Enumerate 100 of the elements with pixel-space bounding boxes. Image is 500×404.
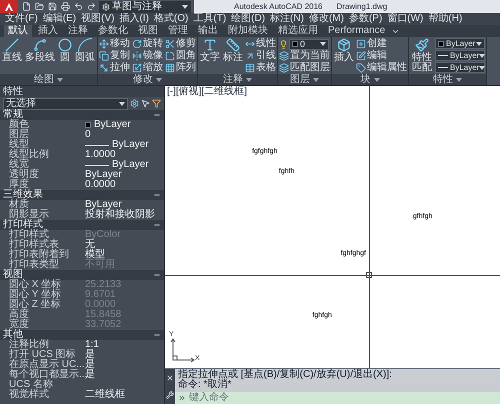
ribbon-tool-button[interactable]: 插入	[333, 38, 355, 63]
filter-icon[interactable]	[152, 99, 161, 108]
property-value[interactable]: ByLayer	[85, 170, 122, 180]
menu-item[interactable]: 窗口(W)	[386, 14, 424, 24]
property-value[interactable]: 二维线框	[85, 390, 125, 400]
ribbon-tab[interactable]: 注释	[64, 25, 92, 37]
ribbon-tab[interactable]: 插入	[34, 25, 62, 37]
menu-item[interactable]: 参数(P)	[348, 14, 384, 24]
property-label: 注释比例	[8, 340, 50, 350]
ribbon-tool-button[interactable]: 圆	[57, 38, 73, 63]
section-header[interactable]: 其他	[0, 330, 164, 340]
ribbon-tool-button[interactable]: 复制	[99, 50, 130, 62]
ribbon-tool-button[interactable]: 阵列	[165, 62, 196, 74]
section-header[interactable]: 视图	[0, 270, 164, 280]
property-value[interactable]: 1:1	[85, 340, 99, 350]
ribbon-tool-button[interactable]: 匹配图层	[279, 62, 330, 74]
ribbon-tool-button[interactable]: 标注	[222, 38, 244, 63]
property-dropdown[interactable]: ByLayer	[435, 38, 485, 49]
property-label: 打印表附着到	[8, 250, 70, 260]
ribbon-tool-button[interactable]: 编辑	[356, 50, 407, 62]
property-value[interactable]: 模型	[85, 250, 105, 260]
panel-label[interactable]: 修改	[98, 74, 197, 85]
close-icon[interactable]	[166, 374, 174, 382]
property-value[interactable]: 无	[85, 240, 95, 250]
ribbon-tool-button[interactable]: 文字	[199, 38, 221, 63]
ribbon-tool-button[interactable]: 表格	[245, 62, 276, 74]
ribbon-tab[interactable]: 精选应用	[274, 25, 322, 37]
ribbon-tab[interactable]: 视图	[134, 25, 162, 37]
quick-access-button[interactable]	[21, 2, 31, 12]
menu-item[interactable]: 格式(O)	[152, 14, 190, 24]
prompt-icon	[178, 394, 186, 402]
property-value[interactable]: 0	[85, 130, 91, 140]
property-value[interactable]: ByLayer	[85, 140, 149, 150]
settings-icon[interactable]	[130, 99, 139, 108]
wrench-icon[interactable]	[166, 391, 174, 400]
panel-label[interactable]: 图层	[278, 74, 331, 85]
rotate-icon	[132, 39, 142, 49]
quick-access-button[interactable]	[60, 2, 70, 12]
property-value[interactable]: 是	[85, 360, 95, 370]
ribbon-tab[interactable]: Performance	[324, 25, 390, 37]
property-value[interactable]: 是	[85, 350, 95, 360]
panel-label[interactable]: 块	[332, 74, 408, 85]
property-value[interactable]: ByLayer	[85, 120, 131, 130]
caret-icon	[476, 42, 482, 46]
menu-item[interactable]: 插入(I)	[118, 14, 150, 24]
property-value[interactable]: ByLayer	[85, 200, 122, 210]
ribbon-tool-button[interactable]: 旋转	[132, 38, 163, 50]
quick-access-button[interactable]	[34, 2, 44, 12]
quick-access-button[interactable]	[47, 2, 57, 12]
property-value[interactable]: ByLayer	[85, 160, 149, 170]
quick-access-button[interactable]	[86, 2, 96, 12]
ribbon-tool-button[interactable]: 直线	[1, 38, 23, 63]
property-value[interactable]: 投射和接收阴影	[85, 210, 155, 220]
ribbon-tool-button[interactable]: 镜像	[132, 50, 163, 62]
quick-access-button[interactable]	[73, 2, 83, 12]
menu-item[interactable]: 标注(N)	[269, 14, 305, 24]
menu-item[interactable]: 编辑(E)	[42, 14, 78, 24]
section-header[interactable]: 三维效果	[0, 190, 164, 200]
menu-item[interactable]: 视图(V)	[80, 14, 116, 24]
ribbon-tab[interactable]: 参数化	[94, 25, 132, 37]
app-logo[interactable]	[0, 0, 18, 13]
panel-label[interactable]: 特性	[409, 74, 486, 85]
property-label: 圆心 Z 坐标	[8, 300, 62, 310]
ribbon-tool-button[interactable]: 特性匹配	[410, 38, 434, 73]
section-header[interactable]: 常规	[0, 110, 164, 120]
selection-dropdown[interactable]: 无选择	[3, 98, 128, 110]
ribbon-tool-button[interactable]: 引线	[245, 50, 276, 62]
property-value[interactable]: 0.0000	[85, 180, 116, 190]
ribbon-tab[interactable]: 默认	[4, 25, 32, 37]
menu-item[interactable]: 工具(T)	[192, 14, 228, 24]
property-dropdown[interactable]: ByLayer	[435, 50, 485, 61]
panel-label[interactable]: 注释	[198, 74, 277, 85]
ribbon-tool-button[interactable]: 多段线	[24, 38, 56, 63]
menu-item[interactable]: 帮助(H)	[427, 14, 464, 24]
ribbon-tool-button[interactable]: 圆弧	[74, 38, 96, 63]
ribbon-tool-button[interactable]: 编辑属性	[356, 62, 407, 74]
ribbon-tool-button[interactable]: 圆角	[165, 50, 196, 62]
ribbon-tab[interactable]: 管理	[164, 25, 192, 37]
ribbon-tool-button[interactable]: 拉伸	[99, 62, 130, 74]
ribbon-tab[interactable]: 附加模块	[224, 25, 272, 37]
property-value[interactable]: 是	[85, 370, 95, 380]
ribbon-tool-button[interactable]: 置为当前	[279, 50, 330, 62]
ribbon-tool-button[interactable]: 修剪	[165, 38, 196, 50]
property-dropdown[interactable]: ByLayer	[435, 62, 485, 73]
section-header[interactable]: 打印样式	[0, 220, 164, 230]
layer-dropdown[interactable]: 0	[289, 38, 329, 50]
command-input[interactable]: 键入命令	[175, 392, 500, 404]
menu-item[interactable]: 绘图(D)	[230, 14, 266, 24]
menu-item[interactable]: 修改(M)	[308, 14, 345, 24]
property-value[interactable]: 1.0000	[85, 150, 116, 160]
ribbon-tab[interactable]: 输出	[194, 25, 222, 37]
pointer-icon[interactable]	[141, 99, 150, 108]
ribbon-tool-button[interactable]: 线性	[245, 38, 276, 50]
ribbon-tool-button[interactable]: 缩放	[132, 62, 163, 74]
workspace-dropdown[interactable]: 草图与注释	[99, 0, 191, 12]
ribbon-tool-button[interactable]: 移动	[99, 38, 130, 50]
menu-item[interactable]: 文件(F)	[4, 14, 39, 24]
text-icon	[203, 38, 217, 52]
panel-label[interactable]: 绘图	[0, 74, 97, 85]
ribbon-tool-button[interactable]: 创建	[356, 38, 407, 50]
